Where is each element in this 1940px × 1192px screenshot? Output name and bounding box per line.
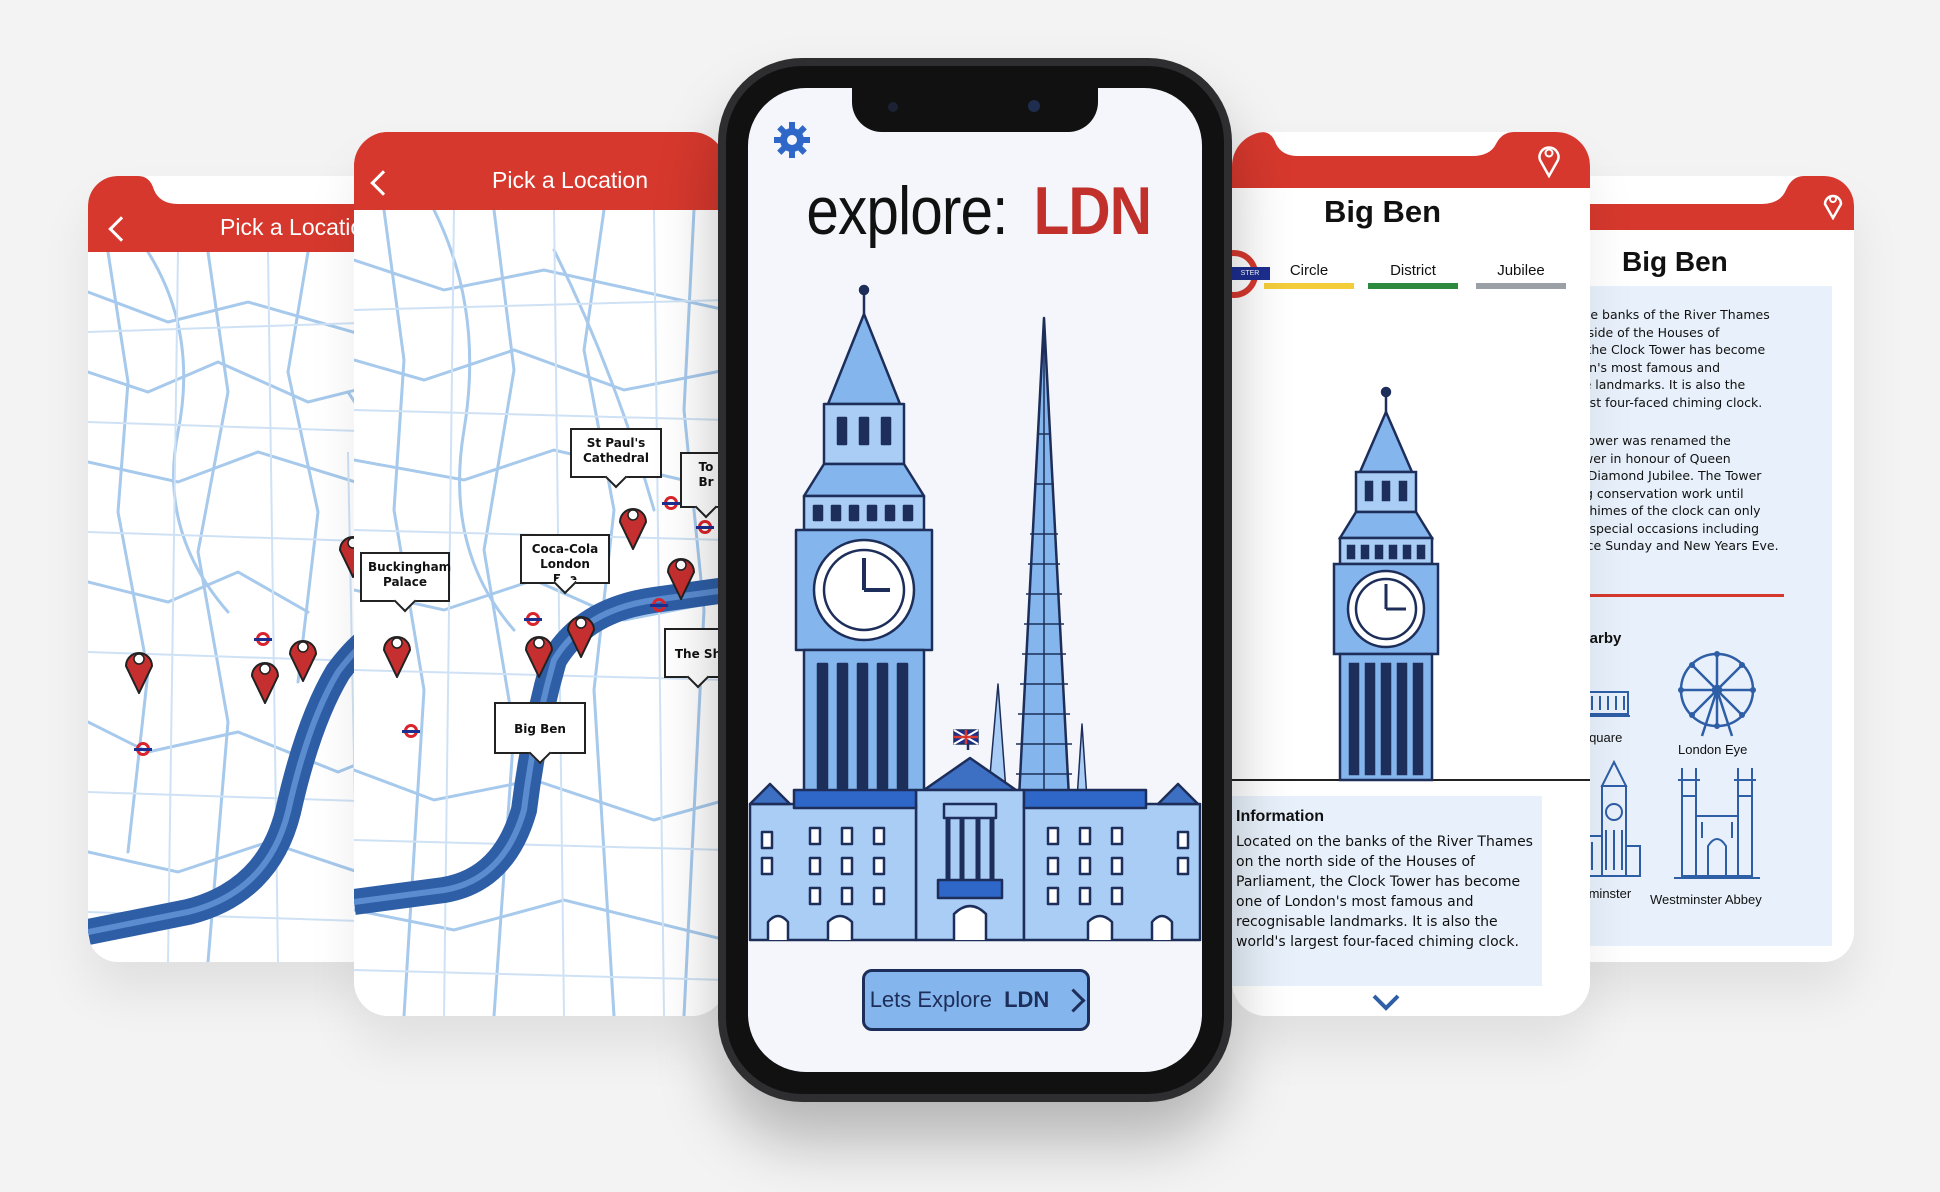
map-screen-back: Pick a Location [88, 176, 388, 962]
map-pin-icon[interactable] [122, 642, 156, 694]
location-pin-icon[interactable] [1536, 140, 1562, 178]
detail-back-paragraph-2: the tower was renamed the h Tower in hon… [1558, 433, 1779, 553]
phone-notch [852, 88, 1098, 132]
tube-line-bar [1476, 283, 1566, 289]
tube-station-icon [650, 598, 668, 612]
gear-icon[interactable] [772, 120, 812, 160]
detail-screen-front: Big Ben STER Circle District Jubilee Inf… [1232, 132, 1590, 1016]
location-pin-icon[interactable] [1822, 188, 1844, 220]
tube-station-icon [524, 612, 542, 626]
detail-back-title: Big Ben [1622, 246, 1728, 277]
tube-line-circle[interactable]: Circle [1264, 262, 1354, 289]
tube-line-bar [1368, 283, 1458, 289]
lets-explore-button[interactable]: Lets Explore LDN [862, 969, 1090, 1031]
nearby-label: Westminster Abbey [1650, 892, 1762, 907]
cta-label-prefix: Lets Explore [869, 987, 999, 1012]
callout-st-pauls[interactable]: St Paul's Cathedral [570, 428, 662, 478]
tube-station-icon [402, 724, 420, 738]
home-screen: explore: LDN Lets Explore LDN [748, 88, 1202, 1072]
london-skyline-illustration [748, 284, 1202, 942]
tube-station-icon [254, 632, 272, 646]
tube-line-jubilee[interactable]: Jubilee [1476, 262, 1566, 289]
big-ben-illustration [1232, 386, 1590, 782]
london-eye-icon[interactable] [1672, 648, 1762, 738]
app-title-accent: LDN [1033, 173, 1151, 249]
westminster-abbey-icon[interactable] [1672, 766, 1762, 886]
cta-label-bold: LDN [1004, 987, 1050, 1012]
map-front-header: Pick a Location [354, 132, 726, 210]
detail-front-title: Big Ben [1324, 194, 1442, 229]
app-title: explore: LDN [748, 172, 1202, 250]
tube-station-icon [696, 520, 714, 534]
map-pin-icon[interactable] [616, 498, 650, 550]
chevron-right-icon [1061, 987, 1086, 1013]
map-back-title: Pick a Location [220, 214, 376, 240]
map-pin-icon[interactable] [664, 548, 698, 600]
map-pin-icon[interactable] [380, 626, 414, 678]
phone-frame: explore: LDN Lets Explore LDN [718, 58, 1232, 1102]
tube-line-district[interactable]: District [1368, 262, 1458, 289]
map-front-canvas[interactable] [354, 210, 726, 1016]
map-back-canvas[interactable] [88, 252, 388, 962]
nearby-label: London Eye [1678, 742, 1748, 757]
callout-buckingham[interactable]: Buckingham Palace [360, 552, 451, 602]
map-pin-icon[interactable] [564, 606, 598, 658]
map-screen-front: Pick a Location St Paul's Cathedral To B… [354, 132, 726, 1016]
map-pin-icon[interactable] [522, 626, 556, 678]
tube-line-bar [1264, 283, 1354, 289]
callout-coca-cola[interactable]: Coca-Cola London Eye [520, 534, 610, 586]
detail-screen-back: Big Ben on the banks of the River Thames… [1552, 176, 1854, 962]
information-text: Located on the banks of the River Thames… [1236, 834, 1533, 950]
information-panel: Information Located on the banks of the … [1232, 796, 1542, 986]
detail-back-header [1552, 176, 1854, 230]
map-pin-icon[interactable] [286, 630, 320, 682]
information-heading: Information [1236, 808, 1324, 825]
map-front-title: Pick a Location [492, 167, 648, 193]
map-pin-icon[interactable] [248, 652, 282, 704]
detail-back-info-box: on the banks of the River Thames orth si… [1552, 286, 1832, 946]
tube-station-icon [134, 742, 152, 756]
tube-station-icon [662, 496, 680, 510]
map-back-header: Pick a Location [88, 176, 388, 252]
callout-the-shard[interactable]: The Sh [664, 628, 726, 678]
app-title-prefix: explore: [806, 173, 1008, 249]
callout-big-ben[interactable]: Big Ben [494, 702, 586, 754]
chevron-down-icon[interactable] [1370, 992, 1402, 1012]
